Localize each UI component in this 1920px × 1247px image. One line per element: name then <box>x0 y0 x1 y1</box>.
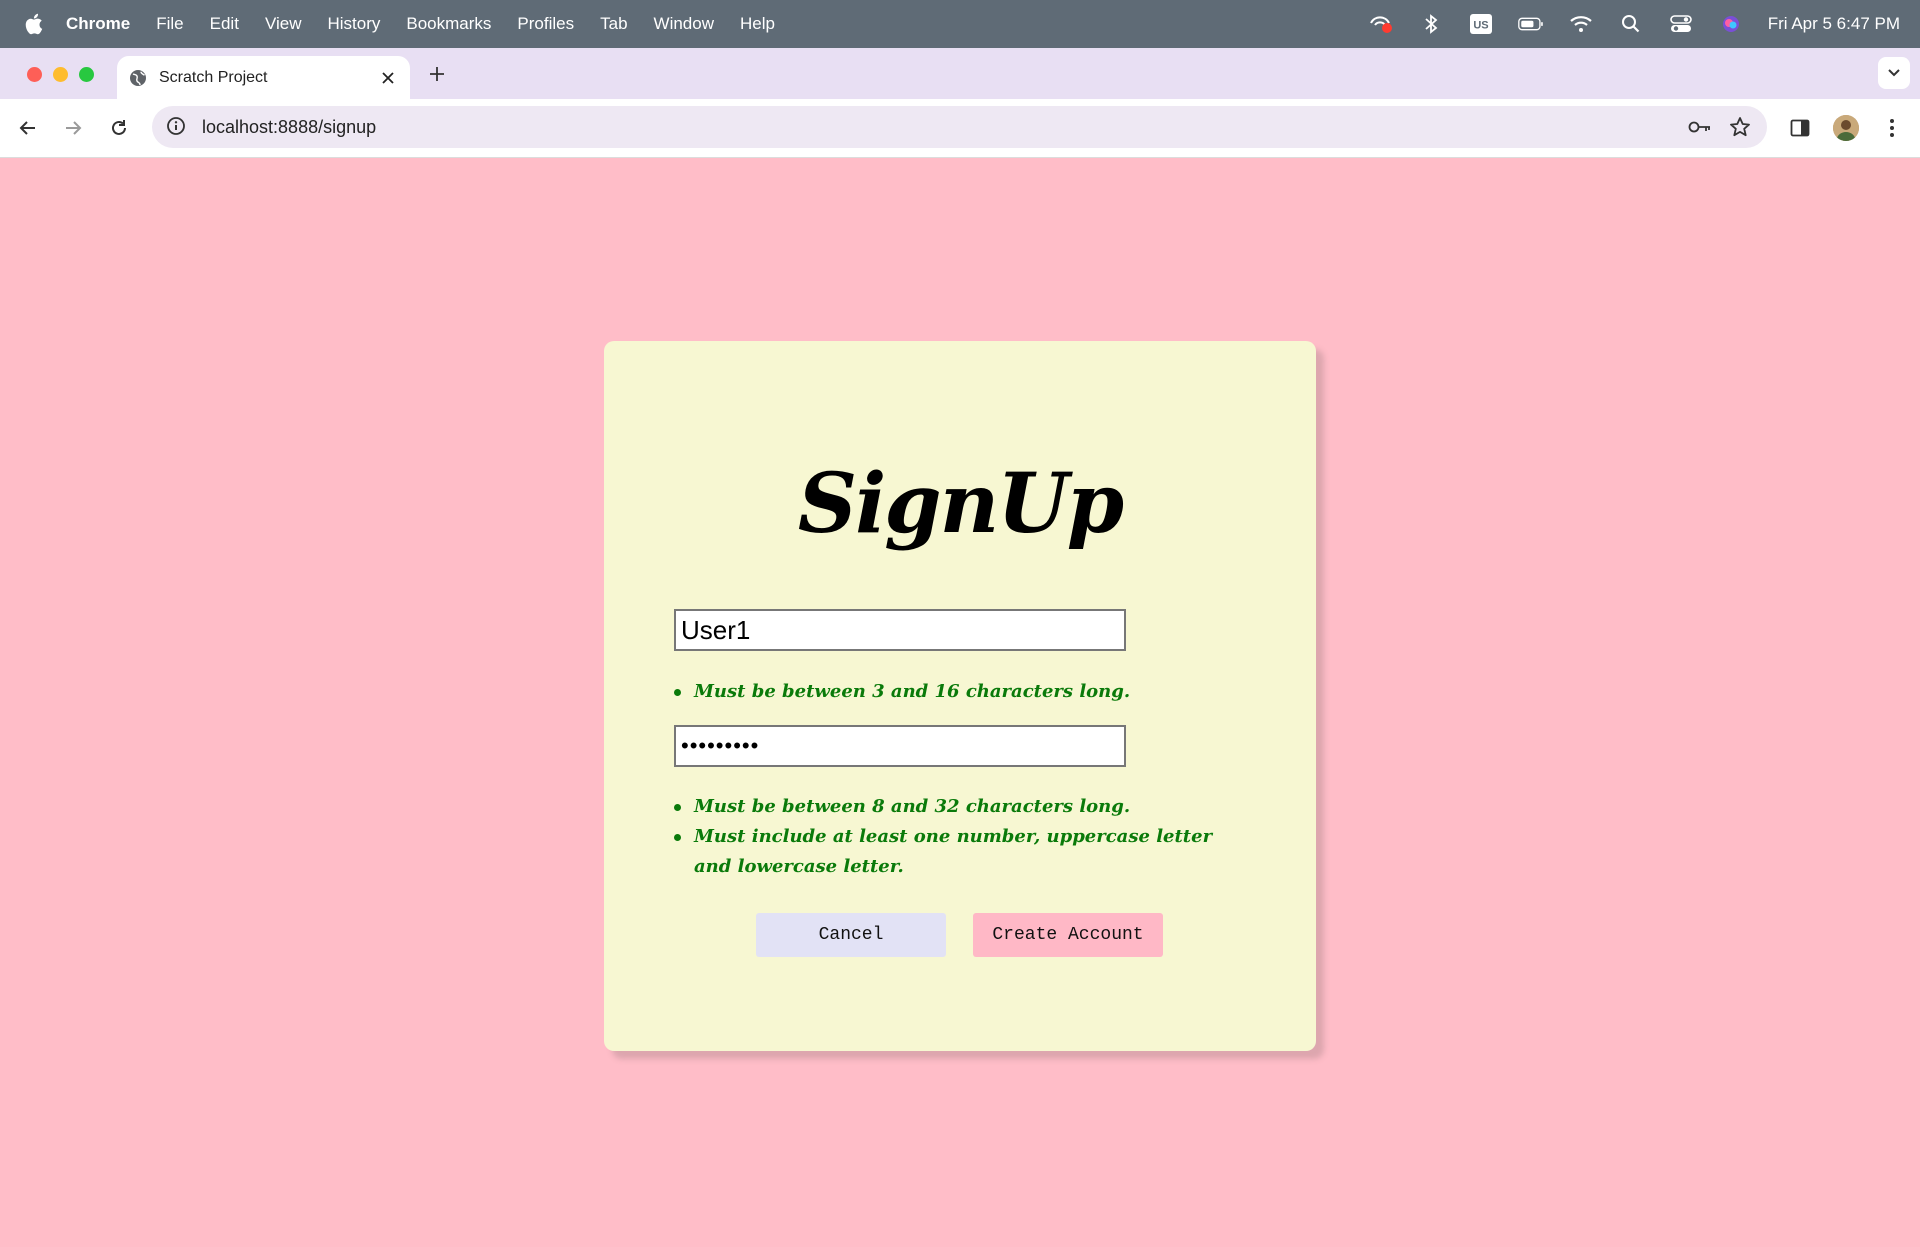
profile-avatar[interactable] <box>1833 115 1859 141</box>
control-center-icon[interactable] <box>1668 11 1694 37</box>
minimize-window-button[interactable] <box>53 67 68 82</box>
password-rule-length: Must be between 8 and 32 characters long… <box>674 792 1234 822</box>
close-window-button[interactable] <box>27 67 42 82</box>
keyboard-badge-text: US <box>1473 20 1488 32</box>
address-url[interactable]: localhost:8888/signup <box>202 117 1687 138</box>
password-key-icon[interactable] <box>1687 114 1713 140</box>
keyboard-input-icon[interactable]: US <box>1468 11 1494 37</box>
username-rules-list: Must be between 3 and 16 characters long… <box>674 677 1234 707</box>
spotlight-search-icon[interactable] <box>1618 11 1644 37</box>
create-account-button[interactable]: Create Account <box>973 913 1163 957</box>
bookmark-star-icon[interactable] <box>1727 114 1753 140</box>
menu-history[interactable]: History <box>327 14 380 34</box>
menu-app-name[interactable]: Chrome <box>66 14 130 34</box>
battery-icon[interactable] <box>1517 11 1544 37</box>
menu-bar-clock[interactable]: Fri Apr 5 6:47 PM <box>1768 14 1900 34</box>
screen-record-icon[interactable] <box>1368 11 1394 37</box>
close-tab-icon[interactable] <box>378 68 398 88</box>
new-tab-icon[interactable] <box>426 63 448 85</box>
menu-bar: Chrome File Edit View History Bookmarks … <box>0 0 1920 48</box>
menu-bar-status-area: US Fri Apr 5 6:47 PM <box>1368 0 1900 48</box>
menu-tab[interactable]: Tab <box>600 14 627 34</box>
menu-view[interactable]: View <box>265 14 302 34</box>
tab-search-chevron-down-icon[interactable] <box>1878 57 1910 89</box>
chrome-menu-kebab-icon[interactable] <box>1879 115 1905 141</box>
apple-menu-icon[interactable] <box>24 13 46 35</box>
password-rules-list: Must be between 8 and 32 characters long… <box>674 792 1234 882</box>
forward-arrow-icon[interactable] <box>60 115 86 141</box>
signup-card: SignUp Must be between 3 and 16 characte… <box>604 341 1316 1051</box>
window-controls <box>27 67 94 82</box>
password-input[interactable] <box>674 725 1126 767</box>
menu-help[interactable]: Help <box>740 14 775 34</box>
password-rule-complexity: Must include at least one number, upperc… <box>674 822 1234 882</box>
back-arrow-icon[interactable] <box>15 115 41 141</box>
menu-file[interactable]: File <box>156 14 183 34</box>
siri-icon[interactable] <box>1718 11 1744 37</box>
page-title: SignUp <box>797 456 1124 552</box>
menu-window[interactable]: Window <box>654 14 714 34</box>
username-input[interactable] <box>674 609 1126 651</box>
tab-scratch-project[interactable]: Scratch Project <box>117 56 410 99</box>
address-bar[interactable]: localhost:8888/signup <box>152 106 1767 148</box>
tab-strip: Scratch Project <box>0 48 1920 99</box>
username-rule-length: Must be between 3 and 16 characters long… <box>674 677 1234 707</box>
tab-title: Scratch Project <box>159 68 268 86</box>
menu-edit[interactable]: Edit <box>210 14 239 34</box>
menu-bookmarks[interactable]: Bookmarks <box>406 14 491 34</box>
reload-icon[interactable] <box>106 115 132 141</box>
globe-icon <box>129 69 147 87</box>
menu-profiles[interactable]: Profiles <box>517 14 574 34</box>
cancel-button[interactable]: Cancel <box>756 913 946 957</box>
side-panel-icon[interactable] <box>1787 115 1813 141</box>
zoom-window-button[interactable] <box>79 67 94 82</box>
bluetooth-icon[interactable] <box>1418 11 1444 37</box>
site-info-icon[interactable] <box>166 116 188 138</box>
browser-toolbar: localhost:8888/signup <box>0 99 1920 158</box>
wifi-icon[interactable] <box>1568 11 1594 37</box>
